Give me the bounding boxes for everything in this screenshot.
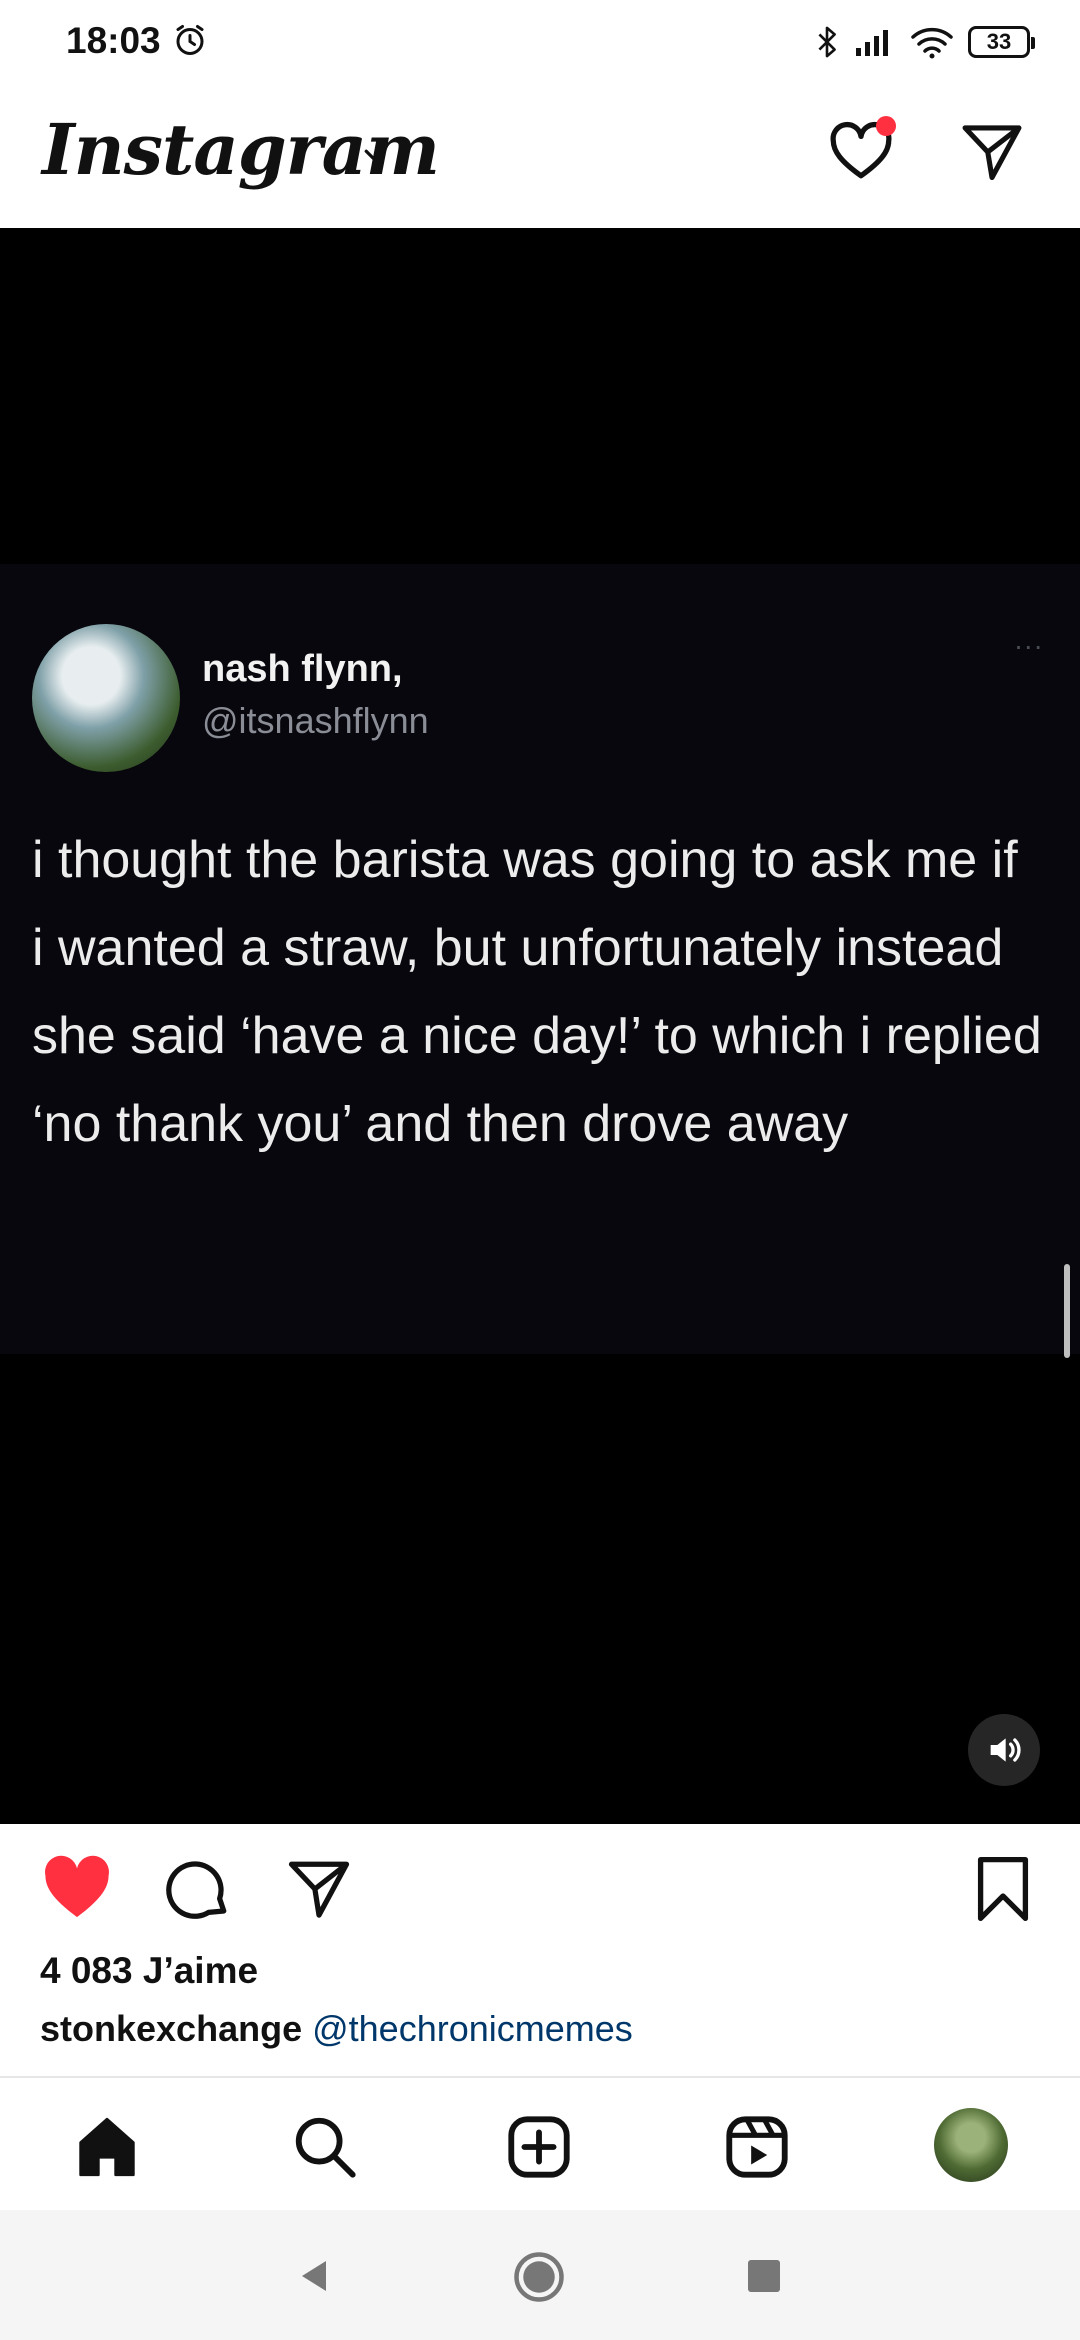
tweet-more-icon: ...	[1014, 624, 1044, 655]
recent-apps-icon[interactable]	[748, 2260, 780, 2292]
chevron-down-icon[interactable]	[360, 140, 390, 170]
new-post-icon[interactable]	[504, 2112, 574, 2182]
share-icon[interactable]	[286, 1856, 352, 1922]
comment-icon[interactable]	[166, 1856, 232, 1922]
like-heart-icon[interactable]	[42, 1854, 112, 1920]
home-button-icon[interactable]	[512, 2250, 566, 2304]
tweet-text: i thought the barista was going to ask m…	[32, 831, 1042, 1153]
home-icon[interactable]	[72, 2112, 142, 2182]
bookmark-icon[interactable]	[972, 1854, 1034, 1924]
bluetooth-icon	[818, 26, 836, 58]
reels-icon[interactable]	[722, 2112, 792, 2182]
profile-avatar[interactable]	[934, 2108, 1008, 2182]
tweet-author-handle: @itsnashflynn	[202, 700, 429, 741]
tweet-avatar	[32, 624, 180, 772]
caption-mention[interactable]: @thechronicmemes	[312, 2008, 633, 2049]
volume-button[interactable]	[968, 1714, 1040, 1786]
like-count[interactable]: 4 083 J’aime	[40, 1950, 258, 1992]
post-media[interactable]: nash flynn, @itsnashflynn ... i thought …	[0, 228, 1080, 1824]
back-icon[interactable]	[296, 2258, 332, 2294]
system-navigation-bar	[0, 2210, 1080, 2340]
post-caption: stonkexchange @thechronicmemes	[40, 2008, 633, 2050]
tweet-screenshot: nash flynn, @itsnashflynn ... i thought …	[0, 564, 1080, 1358]
tweet-author-name: nash flynn,	[202, 648, 403, 690]
post-actions	[0, 1824, 1080, 1954]
battery-indicator: 33	[968, 26, 1035, 58]
bottom-nav	[0, 2076, 1080, 2212]
app-bar: Instagram	[0, 88, 1080, 228]
search-icon[interactable]	[290, 2112, 360, 2182]
notification-dot	[876, 116, 896, 136]
direct-message-icon[interactable]	[958, 118, 1026, 186]
signal-icon	[856, 30, 888, 56]
wifi-icon	[911, 27, 953, 59]
speaker-icon	[990, 1738, 1021, 1762]
alarm-icon	[176, 25, 204, 55]
status-time: 18:03	[66, 20, 161, 61]
scroll-indicator	[1064, 1264, 1070, 1358]
caption-username[interactable]: stonkexchange	[40, 2008, 302, 2049]
status-bar: 18:03 33	[0, 0, 1080, 88]
